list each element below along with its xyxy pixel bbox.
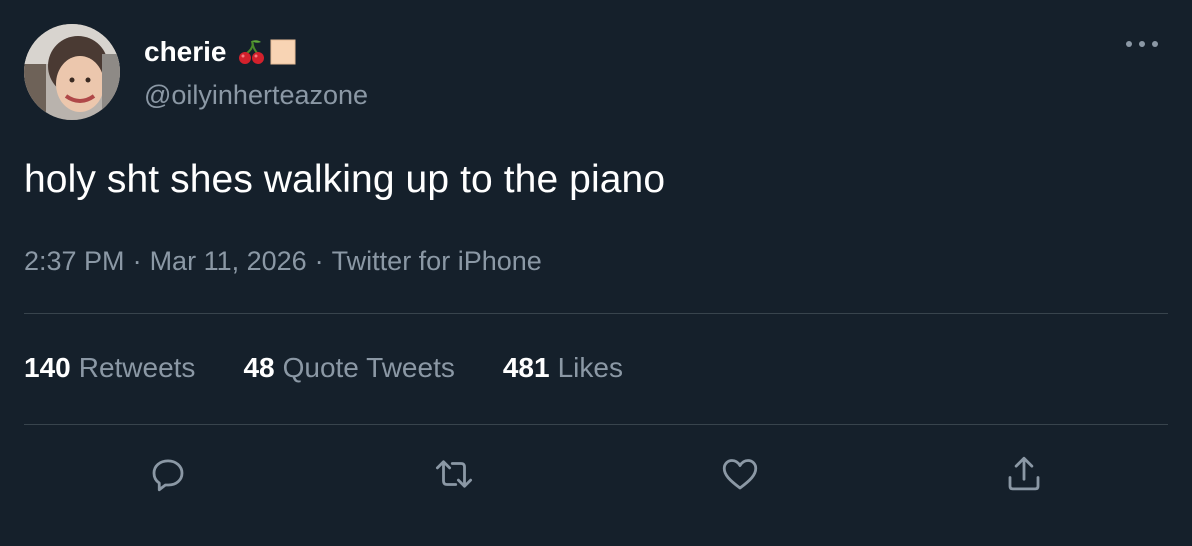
cherry-emoji	[237, 37, 267, 67]
likes-label: Likes	[557, 352, 623, 383]
more-options-button[interactable]	[1122, 34, 1162, 54]
meta-separator: ·	[314, 246, 324, 276]
like-icon	[722, 459, 758, 490]
quote-tweets-count: 48	[243, 352, 275, 383]
tweet-text: holy sht shes walking up to the piano	[24, 158, 666, 201]
quote-tweets-label: Quote Tweets	[282, 352, 455, 383]
tweet-time[interactable]: 2:37 PM	[24, 246, 125, 276]
like-button[interactable]	[716, 450, 764, 498]
avatar-image	[24, 24, 120, 120]
beige-square-emoji	[269, 38, 297, 66]
tweet-meta: 2:37 PM · Mar 11, 2026 · Twitter for iPhone	[24, 246, 542, 277]
divider	[24, 424, 1168, 425]
likes-count: 481	[502, 352, 550, 383]
quote-tweets-stat[interactable]: 48 Quote Tweets	[243, 352, 454, 384]
meta-separator: ·	[132, 246, 142, 276]
reply-button[interactable]	[144, 450, 192, 498]
display-name[interactable]: cherie	[144, 36, 227, 68]
name-row: cherie	[144, 34, 297, 70]
retweets-stat[interactable]: 140 Retweets	[24, 352, 195, 384]
retweets-label: Retweets	[78, 352, 196, 383]
divider	[24, 313, 1168, 314]
reply-icon	[152, 459, 184, 492]
user-handle[interactable]: @oilyinherteazone	[144, 80, 368, 111]
tweet-stats: 140 Retweets 48 Quote Tweets 481 Likes	[24, 352, 671, 384]
likes-stat[interactable]: 481 Likes	[503, 352, 623, 384]
avatar[interactable]	[24, 24, 120, 120]
retweet-button[interactable]	[430, 450, 478, 498]
tweet-source[interactable]: Twitter for iPhone	[332, 246, 542, 276]
tweet-date[interactable]: Mar 11, 2026	[150, 246, 307, 276]
more-dots-icon	[1126, 41, 1158, 47]
tweet-card: cherie @oilyinherteazone holy sht shes w…	[0, 0, 1192, 546]
share-button[interactable]	[1000, 450, 1048, 498]
action-bar	[0, 450, 1192, 498]
retweet-icon	[435, 460, 473, 488]
retweets-count: 140	[24, 352, 71, 383]
share-icon	[1008, 456, 1040, 491]
